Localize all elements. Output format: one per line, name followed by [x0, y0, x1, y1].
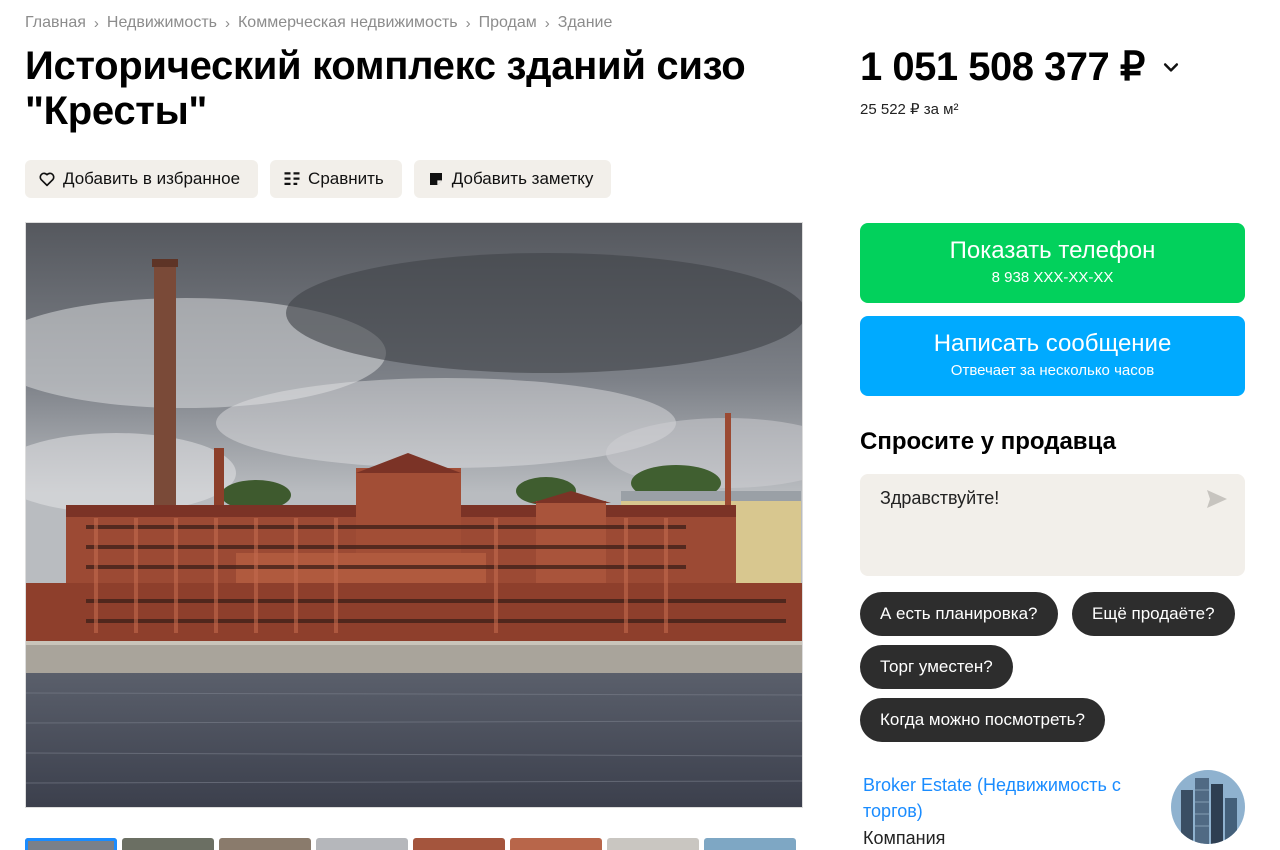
- breadcrumb-sell[interactable]: Продам: [479, 14, 537, 32]
- breadcrumb-separator: ›: [465, 14, 471, 32]
- show-phone-button[interactable]: Показать телефон 8 938 XXX-XX-XX: [860, 223, 1245, 303]
- avatar[interactable]: [1171, 770, 1245, 844]
- photo-thumbnail[interactable]: [607, 838, 699, 850]
- breadcrumb-separator: ›: [224, 14, 230, 32]
- price-value: 1 051 508 377 ₽: [860, 45, 1145, 89]
- breadcrumb: Главная › Недвижимость › Коммерческая не…: [25, 14, 612, 32]
- quick-question-chip[interactable]: А есть планировка?: [860, 592, 1058, 636]
- photo-thumbnail[interactable]: [316, 838, 408, 850]
- quick-question-chip[interactable]: Торг уместен?: [860, 645, 1013, 689]
- ask-seller-title: Спросите у продавца: [860, 428, 1116, 455]
- write-message-label: Написать сообщение: [933, 330, 1172, 357]
- quick-question-chip[interactable]: Ещё продаёте?: [1072, 592, 1235, 636]
- show-phone-label: Показать телефон: [949, 237, 1156, 264]
- price-block: 1 051 508 377 ₽: [860, 44, 1183, 90]
- breadcrumb-separator: ›: [93, 14, 99, 32]
- breadcrumb-real-estate[interactable]: Недвижимость: [107, 14, 217, 32]
- compare-button[interactable]: Сравнить: [270, 160, 402, 198]
- breadcrumb-separator: ›: [544, 14, 550, 32]
- add-to-favorites-label: Добавить в избранное: [63, 169, 241, 188]
- price-per-sqm: 25 522 ₽ за м²: [860, 101, 959, 118]
- compare-icon: [282, 169, 302, 189]
- building-photo-image: [26, 223, 802, 807]
- photo-thumbnail[interactable]: [413, 838, 505, 850]
- phone-number-masked: 8 938 XXX-XX-XX: [991, 269, 1114, 286]
- quick-question-chip[interactable]: Когда можно посмотреть?: [860, 698, 1105, 742]
- seller-type: Компания: [863, 828, 946, 848]
- add-to-favorites-button[interactable]: Добавить в избранное: [25, 160, 259, 198]
- ask-seller-message-box[interactable]: Здравствуйте!: [860, 474, 1245, 576]
- seller-name-link[interactable]: Broker Estate (Недвижимость с торгов): [863, 772, 1153, 824]
- photo-thumbnail[interactable]: [122, 838, 214, 850]
- listing-actions: Добавить в избранное Сравнить Добавить з…: [25, 160, 612, 198]
- write-message-button[interactable]: Написать сообщение Отвечает за несколько…: [860, 316, 1245, 396]
- photo-thumbnail[interactable]: [219, 838, 311, 850]
- photo-thumbnails: [25, 838, 796, 850]
- heart-icon: [37, 169, 57, 189]
- main-photo[interactable]: [25, 222, 803, 808]
- note-icon: [426, 169, 446, 189]
- add-note-button[interactable]: Добавить заметку: [413, 160, 612, 198]
- response-time-label: Отвечает за несколько часов: [950, 362, 1155, 379]
- breadcrumb-commercial[interactable]: Коммерческая недвижимость: [238, 14, 458, 32]
- send-icon[interactable]: [1205, 488, 1229, 510]
- breadcrumb-home[interactable]: Главная: [25, 14, 86, 32]
- add-note-label: Добавить заметку: [451, 169, 594, 188]
- ask-seller-input[interactable]: Здравствуйте!: [880, 488, 999, 509]
- page-title: Исторический комплекс зданий сизо "Крест…: [25, 44, 746, 133]
- photo-thumbnail[interactable]: [25, 838, 117, 850]
- breadcrumb-building[interactable]: Здание: [558, 14, 613, 32]
- compare-label: Сравнить: [308, 169, 384, 188]
- photo-thumbnail[interactable]: [510, 838, 602, 850]
- chevron-down-icon[interactable]: [1161, 56, 1183, 78]
- photo-thumbnail[interactable]: [704, 838, 796, 850]
